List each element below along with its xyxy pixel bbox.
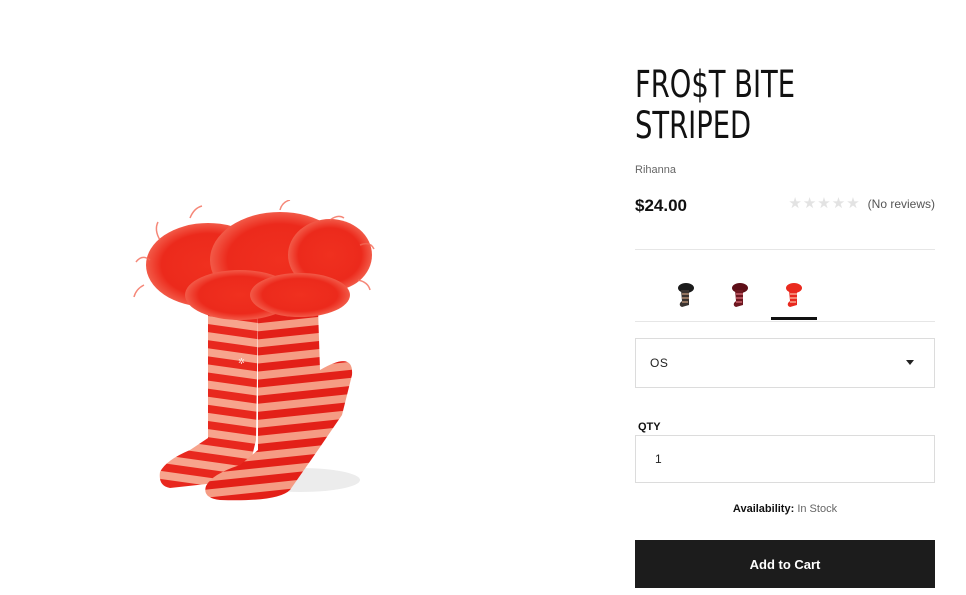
product-title-line1: FRO$T BITE xyxy=(635,63,796,106)
star-icon: ★ xyxy=(817,195,831,212)
availability: Availability: In Stock xyxy=(635,503,935,515)
product-brand-link[interactable]: Rihanna xyxy=(635,164,676,176)
add-to-cart-button[interactable]: Add to Cart xyxy=(635,540,935,588)
divider xyxy=(635,321,935,322)
product-title: FRO$T BITE STRIPED xyxy=(635,64,857,146)
product-title-line2: STRIPED xyxy=(635,104,752,147)
qty-label: QTY xyxy=(638,421,661,433)
swatch-burgundy[interactable] xyxy=(717,280,763,320)
size-select-value: OS xyxy=(650,356,669,370)
product-info-panel: FRO$T BITE STRIPED Rihanna $24.00 ★ ★ ★ … xyxy=(635,0,935,595)
star-icon: ★ xyxy=(802,195,817,212)
size-select[interactable]: OS xyxy=(635,338,935,388)
svg-text:✲: ✲ xyxy=(238,357,245,366)
product-price: $24.00 xyxy=(635,196,687,215)
star-icon: ★ xyxy=(831,195,846,212)
red-sock-swatch-icon xyxy=(786,283,802,307)
color-swatches xyxy=(663,280,825,320)
burgundy-sock-swatch-icon xyxy=(732,283,748,307)
divider xyxy=(635,249,935,250)
product-rating[interactable]: ★ ★ ★ ★ ★ (No reviews) xyxy=(788,196,935,211)
product-image[interactable]: ✲ xyxy=(130,200,380,520)
reviews-count-link[interactable]: (No reviews) xyxy=(868,197,935,211)
black-sock-swatch-icon xyxy=(678,283,694,307)
swatch-black[interactable] xyxy=(663,280,709,320)
chevron-down-icon xyxy=(906,360,914,365)
rating-stars: ★ ★ ★ ★ ★ xyxy=(788,196,859,211)
product-image-area: ✲ xyxy=(0,0,600,595)
star-icon: ★ xyxy=(846,195,860,212)
availability-value: In Stock xyxy=(797,503,838,515)
qty-value: 1 xyxy=(655,452,662,466)
availability-label: Availability: xyxy=(732,503,795,515)
swatch-red[interactable] xyxy=(771,280,817,320)
star-icon: ★ xyxy=(788,195,802,212)
qty-input[interactable]: 1 xyxy=(635,435,935,483)
